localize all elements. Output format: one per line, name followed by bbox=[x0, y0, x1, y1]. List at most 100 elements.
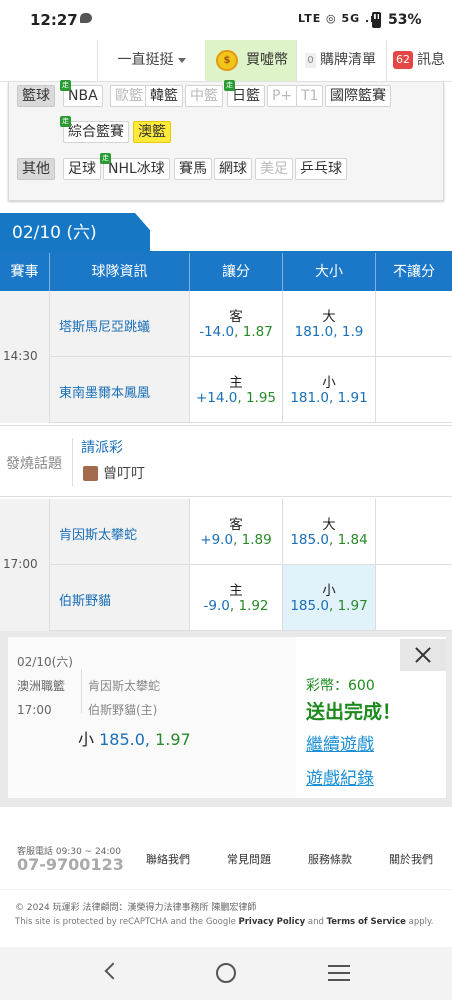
footer-link-contact[interactable]: 聯絡我們 bbox=[146, 851, 190, 867]
bet-slip-details: 02/10(六) 澳洲職籃 17:00 肯因斯太攀蛇 伯斯野貓(主) 小 185… bbox=[8, 637, 296, 798]
col-spread: 讓分 bbox=[190, 253, 283, 291]
hot-topic-user[interactable]: 曾叮叮 bbox=[103, 463, 145, 483]
sport-tag-soccer[interactable]: 足球 bbox=[63, 158, 101, 180]
col-teams: 球隊資訊 bbox=[50, 253, 190, 291]
slip-league: 澳洲職籃 bbox=[17, 679, 66, 693]
nospread-odds-home bbox=[376, 357, 452, 423]
col-total: 大小 bbox=[283, 253, 376, 291]
sport-filter-panel: 籃球 走 NBA 歐籃 韓籃 中籃 走日籃 P+ T1 國際籃賽 走綜合籃賽 澳籃… bbox=[8, 80, 444, 201]
nospread-odds-away bbox=[376, 291, 452, 357]
continue-game-link[interactable]: 繼續遊戲 bbox=[306, 730, 374, 755]
total-odds-over[interactable]: 大 181.0, 1.9 bbox=[283, 291, 376, 357]
total-odds-under[interactable]: 小 181.0, 1.91 bbox=[283, 357, 376, 423]
footer: 客服電話 09:30 ~ 24:00 07-9700123 聯絡我們 常見問題 … bbox=[0, 807, 452, 947]
category-other: 其他 bbox=[17, 158, 55, 180]
game-time-cell: 17:00 bbox=[0, 499, 50, 631]
nospread-odds-away bbox=[376, 499, 452, 565]
chat-bubble-icon bbox=[80, 13, 92, 23]
league-tag-china: 中籃 bbox=[185, 85, 223, 107]
slip-pick: 小 185.0, 1.97 bbox=[78, 730, 191, 749]
league-tag-combined[interactable]: 走綜合籃賽 bbox=[60, 116, 129, 143]
col-nospread: 不讓分 bbox=[393, 264, 435, 280]
cart-label: 購牌清單 bbox=[320, 52, 376, 68]
buy-coin-button[interactable]: $ 買噓幣 bbox=[205, 40, 296, 81]
user-dropdown[interactable]: 一直挺挺 bbox=[97, 40, 205, 81]
total-odds-over[interactable]: 大 185.0, 1.84 bbox=[283, 499, 376, 565]
live-badge: 走 bbox=[60, 80, 71, 91]
sport-tag-nhl[interactable]: 走 NHL冰球 bbox=[100, 153, 170, 180]
total-odds-under-selected[interactable]: 小 185.0, 1.97 bbox=[283, 565, 376, 631]
buy-coin-label: 買噓幣 bbox=[246, 52, 288, 68]
sport-tag-tennis[interactable]: 網球 bbox=[214, 158, 252, 180]
avatar bbox=[83, 466, 98, 481]
slip-team-home: 伯斯野貓(主) bbox=[88, 703, 158, 717]
league-tag-korea[interactable]: 韓籃 bbox=[145, 85, 183, 107]
league-tag-t1: T1 bbox=[296, 85, 324, 107]
signal-icons: LTE ◎ 5G .ıl bbox=[298, 12, 380, 25]
league-tag-nba[interactable]: 走 NBA bbox=[60, 80, 103, 107]
spread-odds-home[interactable]: 主 -9.0, 1.92 bbox=[190, 565, 283, 631]
messages-button[interactable]: 62 訊息 bbox=[386, 40, 452, 81]
team-home: 東南墨爾本鳳凰 bbox=[50, 357, 190, 423]
hot-topic-label: 發燒話題 bbox=[6, 456, 62, 472]
league-tag-japan[interactable]: 走日籃 bbox=[224, 80, 265, 107]
message-count-badge: 62 bbox=[393, 51, 413, 69]
date-tab[interactable]: 02/10 (六) bbox=[0, 213, 150, 253]
live-badge: 走 bbox=[60, 116, 71, 127]
cart-button[interactable]: 0 購牌清單 bbox=[296, 40, 382, 81]
sport-tag-pingpong[interactable]: 乒乓球 bbox=[295, 158, 347, 180]
back-icon[interactable] bbox=[104, 962, 122, 980]
menu-icon[interactable] bbox=[328, 965, 350, 981]
spread-odds-home[interactable]: 主 +14.0, 1.95 bbox=[190, 357, 283, 423]
home-icon[interactable] bbox=[216, 963, 236, 983]
battery-icon bbox=[372, 12, 381, 28]
league-tag-australia[interactable]: 澳籃 bbox=[133, 121, 171, 143]
cart-count-badge: 0 bbox=[305, 53, 316, 68]
col-event: 賽事 bbox=[0, 253, 50, 291]
category-basketball: 籃球 bbox=[17, 85, 55, 107]
status-bar: 12:27 LTE ◎ 5G .ıl 53% bbox=[0, 0, 452, 40]
top-nav: 一直挺挺 $ 買噓幣 0 購牌清單 62 訊息 bbox=[0, 40, 452, 82]
service-phone[interactable]: 07-9700123 bbox=[17, 855, 124, 874]
game-history-link[interactable]: 遊戲紀錄 bbox=[306, 764, 374, 789]
date-header: 02/10 (六) bbox=[0, 213, 452, 253]
slip-team-away: 肯因斯太攀蛇 bbox=[88, 679, 161, 693]
recaptcha-notice: This site is protected by reCAPTCHA and … bbox=[15, 917, 434, 927]
status-time: 12:27 bbox=[30, 11, 78, 29]
slip-date: 02/10(六) bbox=[17, 655, 73, 669]
team-home: 伯斯野貓 bbox=[50, 565, 190, 631]
copyright: © 2024 玩運彩 法律顧問：漢榮得力法律事務所 陳鵬宏律師 bbox=[15, 903, 257, 913]
team-away: 塔斯馬尼亞跳蟻 bbox=[50, 291, 190, 357]
terms-of-service-link[interactable]: Terms of Service bbox=[327, 917, 406, 927]
game-time-cell: 14:30 bbox=[0, 291, 50, 423]
live-badge: 走 bbox=[224, 80, 235, 91]
league-tag-intl[interactable]: 國際籃賽 bbox=[325, 85, 391, 107]
messages-label: 訊息 bbox=[417, 52, 445, 68]
privacy-policy-link[interactable]: Privacy Policy bbox=[239, 917, 306, 927]
coin-icon: $ bbox=[216, 50, 238, 71]
footer-link-about[interactable]: 關於我們 bbox=[389, 851, 433, 867]
footer-link-terms[interactable]: 服務條款 bbox=[308, 851, 352, 867]
close-icon[interactable] bbox=[400, 639, 446, 671]
league-tag-pplus: P+ bbox=[267, 85, 298, 107]
system-nav-bar bbox=[0, 947, 452, 1000]
footer-link-faq[interactable]: 常見問題 bbox=[227, 851, 271, 867]
sport-tag-horse[interactable]: 賽馬 bbox=[174, 158, 212, 180]
slip-time: 17:00 bbox=[17, 703, 52, 717]
bet-slip-popup: 02/10(六) 澳洲職籃 17:00 肯因斯太攀蛇 伯斯野貓(主) 小 185… bbox=[0, 631, 452, 807]
league-tag-euro: 歐籃 bbox=[110, 85, 148, 107]
hot-topic-link[interactable]: 請派彩 bbox=[81, 437, 123, 457]
slip-coins: 彩幣：600 bbox=[306, 678, 375, 694]
hot-topic-row: 發燒話題 請派彩 曾叮叮 bbox=[0, 425, 452, 497]
battery-percent: 53% bbox=[388, 12, 422, 28]
odds-table-header: 賽事 球隊資訊 讓分 大小 不讓分 bbox=[0, 253, 452, 291]
team-away: 肯因斯太攀蛇 bbox=[50, 499, 190, 565]
spread-odds-away[interactable]: 客 +9.0, 1.89 bbox=[190, 499, 283, 565]
user-dropdown-label: 一直挺挺 bbox=[117, 52, 174, 68]
slip-sent-message: 送出完成！ bbox=[306, 701, 402, 723]
chevron-down-icon bbox=[177, 57, 186, 63]
nospread-odds-home bbox=[376, 565, 452, 631]
spread-odds-away[interactable]: 客 -14.0, 1.87 bbox=[190, 291, 283, 357]
sport-tag-football: 美足 bbox=[255, 158, 293, 180]
live-badge: 走 bbox=[100, 153, 111, 164]
